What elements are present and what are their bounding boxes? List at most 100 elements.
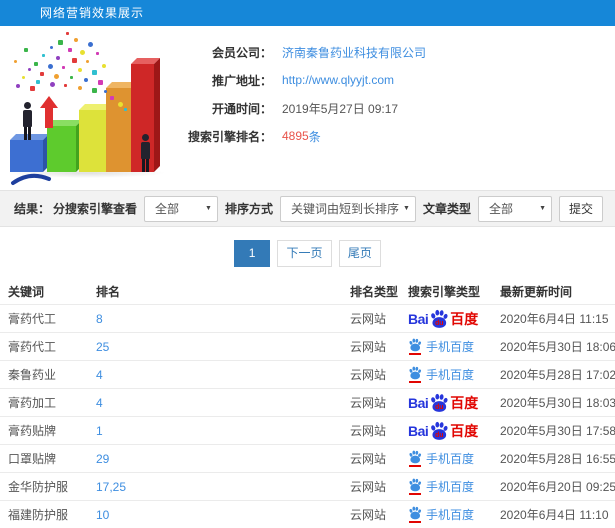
keyword-cell: 口罩贴牌: [0, 445, 88, 473]
keyword-cell: 膏药加工: [0, 389, 88, 417]
rank-link[interactable]: 1: [96, 424, 103, 438]
engine-cell: Baidu百度: [400, 389, 492, 417]
pagination: 1 下一页 尾页: [0, 227, 615, 279]
rank-cell: 8: [88, 305, 342, 333]
baidu-paw-icon: [408, 450, 422, 464]
table-row: 口罩贴牌 29 云网站 手机百度 2020年5月28日 16:55: [0, 445, 615, 473]
article-type-value: 全部: [489, 202, 513, 216]
updated-cell: 2020年5月28日 17:02: [492, 361, 615, 389]
col-rank: 排名: [88, 279, 342, 305]
bar-chart-illustration: [0, 26, 180, 186]
table-header-row: 关键词 排名 排名类型 搜索引擎类型 最新更新时间: [0, 279, 615, 305]
updated-cell: 2020年5月28日 16:55: [492, 445, 615, 473]
sort-label: 排序方式: [225, 200, 273, 217]
blue-swoosh-icon: [10, 170, 52, 186]
baidu-logo: Baidu百度: [408, 309, 478, 329]
engine-filter-value: 全部: [155, 202, 179, 216]
next-page-button[interactable]: 下一页: [277, 240, 331, 267]
bar-blue: [10, 140, 43, 172]
mobile-baidu-label: 手机百度: [426, 506, 474, 523]
keyword-cell: 秦鲁药业: [0, 361, 88, 389]
rank-link[interactable]: 10: [96, 508, 109, 522]
keyword-cell: 膏药代工: [0, 305, 88, 333]
sort-select[interactable]: 关键词由短到长排序: [280, 196, 416, 222]
mobile-baidu-label: 手机百度: [426, 478, 474, 495]
filter-bar: 结果： 分搜索引擎查看 全部 排序方式 关键词由短到长排序 文章类型 全部 提交: [0, 190, 615, 227]
rank-type-cell: 云网站: [342, 501, 400, 528]
results-table-body: 膏药代工8云网站Baidu百度2020年6月4日 11:15膏药代工25云网站手…: [0, 305, 615, 528]
engine-filter-label: 分搜索引擎查看: [53, 200, 137, 217]
red-underline: [409, 353, 421, 355]
rank-link[interactable]: 4: [96, 368, 103, 382]
rank-cell: 29: [88, 445, 342, 473]
opened-time-label: 开通时间：: [180, 100, 272, 117]
baidu-paw-icon: du: [429, 421, 449, 441]
promo-url-label: 推广地址：: [180, 72, 272, 89]
bar-green: [47, 126, 76, 172]
engine-cell: 手机百度: [400, 501, 492, 528]
article-type-select[interactable]: 全部: [478, 196, 552, 222]
page-1-button[interactable]: 1: [234, 240, 270, 267]
rank-type-cell: 云网站: [342, 305, 400, 333]
mobile-baidu-logo: 手机百度: [408, 478, 474, 495]
summary-section: 会员公司： 济南秦鲁药业科技有限公司 推广地址： http://www.qlyy…: [0, 26, 615, 186]
promo-url-link[interactable]: http://www.qlyyjt.com: [282, 73, 394, 87]
results-table: 关键词 排名 排名类型 搜索引擎类型 最新更新时间 膏药代工8云网站Baidu百…: [0, 279, 615, 528]
table-row: 膏药加工4云网站Baidu百度2020年5月30日 18:03: [0, 389, 615, 417]
engine-rank-count: 4895: [282, 129, 309, 143]
engine-cell: 手机百度: [400, 473, 492, 501]
rank-type-cell: 云网站: [342, 445, 400, 473]
keyword-cell: 福建防护服: [0, 501, 88, 528]
mobile-baidu-logo: 手机百度: [408, 450, 474, 467]
caret-down-icon: [205, 197, 212, 221]
rank-link[interactable]: 17,25: [96, 480, 126, 494]
caret-down-icon: [403, 197, 410, 221]
table-row: 膏药贴牌1云网站Baidu百度2020年5月30日 17:58: [0, 417, 615, 445]
baidu-paw-icon: du: [429, 393, 449, 413]
rank-link[interactable]: 25: [96, 340, 109, 354]
article-type-label: 文章类型: [423, 200, 471, 217]
engine-filter-select[interactable]: 全部: [144, 196, 218, 222]
engine-rank-unit-link[interactable]: 条: [309, 128, 321, 145]
rank-type-cell: 云网站: [342, 333, 400, 361]
rank-cell: 4: [88, 389, 342, 417]
rank-cell: 1: [88, 417, 342, 445]
member-info: 会员公司： 济南秦鲁药业科技有限公司 推广地址： http://www.qlyy…: [180, 26, 615, 186]
rank-cell: 10: [88, 501, 342, 528]
opened-time-value: 2019年5月27日 09:17: [282, 100, 398, 117]
rank-type-cell: 云网站: [342, 361, 400, 389]
submit-button[interactable]: 提交: [559, 196, 603, 222]
table-row: 福建防护服10云网站手机百度2020年6月4日 11:10: [0, 501, 615, 528]
red-underline: [409, 465, 421, 467]
rank-link[interactable]: 8: [96, 312, 103, 326]
rank-link[interactable]: 4: [96, 396, 103, 410]
promo-url-row: 推广地址： http://www.qlyyjt.com: [180, 66, 615, 94]
company-link[interactable]: 济南秦鲁药业科技有限公司: [282, 44, 426, 61]
rank-link[interactable]: 29: [96, 452, 109, 466]
baidu-paw-icon: du: [429, 309, 449, 329]
rank-cell: 4: [88, 361, 342, 389]
col-rank-type: 排名类型: [342, 279, 400, 305]
engine-cell: Baidu百度: [400, 305, 492, 333]
caret-down-icon: [539, 197, 546, 221]
last-page-button[interactable]: 尾页: [339, 240, 381, 267]
rank-type-cell: 云网站: [342, 417, 400, 445]
engine-cell: 手机百度: [400, 445, 492, 473]
engine-rank-row: 搜索引擎排名： 4895条: [180, 122, 615, 150]
bar-yellow: [79, 110, 106, 172]
page-title: 网络营销效果展示: [40, 6, 144, 20]
baidu-logo: Baidu百度: [408, 421, 478, 441]
filter-controls: 分搜索引擎查看 全部 排序方式 关键词由短到长排序 文章类型 全部 提交: [53, 196, 603, 222]
opened-time-row: 开通时间： 2019年5月27日 09:17: [180, 94, 615, 122]
updated-cell: 2020年6月4日 11:15: [492, 305, 615, 333]
col-engine-type: 搜索引擎类型: [400, 279, 492, 305]
title-bar: 网络营销效果展示: [0, 0, 615, 26]
keyword-cell: 膏药贴牌: [0, 417, 88, 445]
company-label: 会员公司：: [180, 44, 272, 61]
engine-cell: Baidu百度: [400, 417, 492, 445]
col-keyword: 关键词: [0, 279, 88, 305]
table-row: 秦鲁药业4云网站手机百度2020年5月28日 17:02: [0, 361, 615, 389]
mobile-baidu-label: 手机百度: [426, 450, 474, 467]
baidu-paw-icon: [408, 506, 422, 520]
mobile-baidu-label: 手机百度: [426, 338, 474, 355]
